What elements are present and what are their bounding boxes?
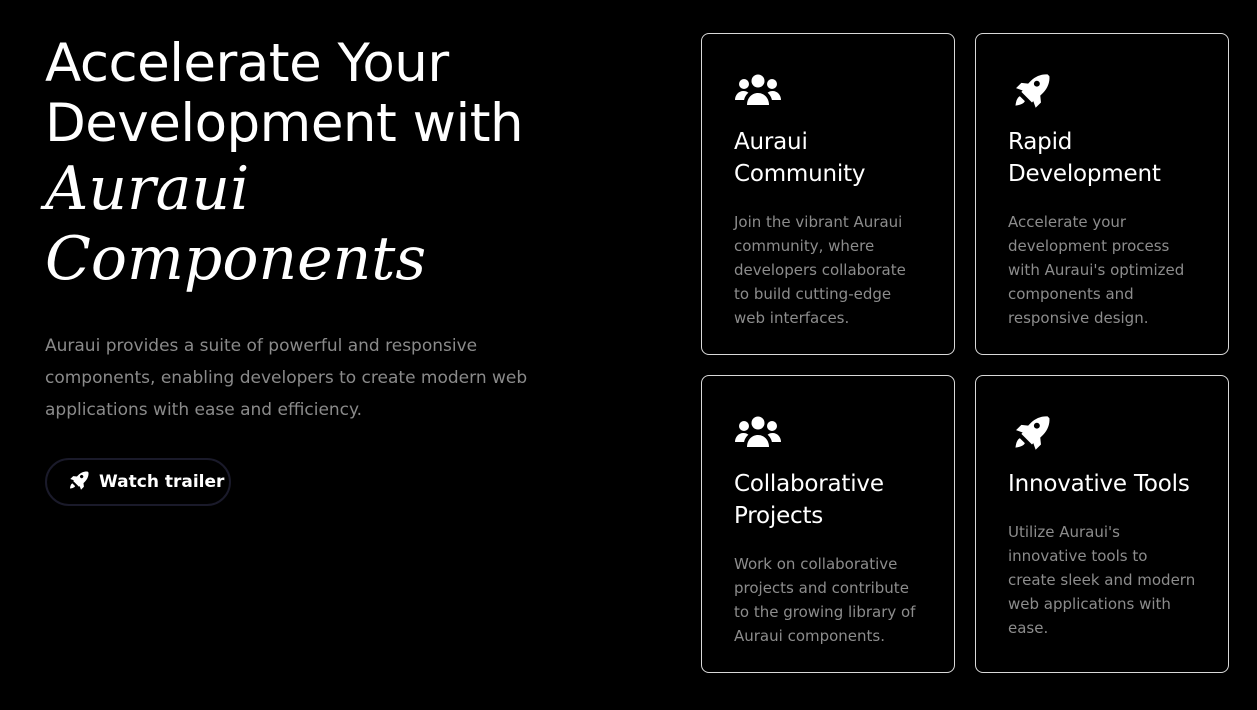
headline-emphasis-2: Components (45, 224, 427, 294)
card-text: Utilize Auraui's innovative tools to cre… (1008, 523, 1196, 637)
hero-section: Accelerate Your Development with Auraui … (45, 33, 645, 506)
feature-card-rapid-development: Rapid Development Accelerate your develo… (975, 33, 1229, 355)
feature-card-innovative-tools: Innovative Tools Utilize Auraui's innova… (975, 375, 1229, 673)
card-title: Auraui Community (734, 129, 866, 187)
feature-card-community: Auraui Community Join the vibrant Auraui… (701, 33, 955, 355)
card-text: Work on collaborative projects and contr… (734, 555, 916, 645)
card-text: Join the vibrant Auraui community, where… (734, 213, 906, 327)
watch-trailer-button[interactable]: Watch trailer (45, 458, 231, 506)
hero-description: Auraui provides a suite of powerful and … (45, 336, 528, 420)
card-title: Rapid Development (1008, 129, 1161, 187)
rocket-icon (1008, 410, 1196, 454)
feature-card-collaborative-projects: Collaborative Projects Work on collabora… (701, 375, 955, 673)
card-title: Collaborative Projects (734, 471, 884, 529)
hero-headline: Accelerate Your Development with Auraui … (45, 33, 645, 295)
headline-emphasis-1: Auraui (45, 154, 250, 224)
headline-line-1: Accelerate Your (45, 33, 449, 94)
watch-trailer-label: Watch trailer (99, 472, 225, 492)
rocket-icon (67, 468, 91, 497)
users-icon (734, 68, 922, 112)
headline-line-2: Development with (45, 93, 524, 154)
users-icon (734, 410, 922, 454)
rocket-icon (1008, 68, 1196, 112)
card-title: Innovative Tools (1008, 471, 1190, 497)
card-text: Accelerate your development process with… (1008, 213, 1185, 327)
